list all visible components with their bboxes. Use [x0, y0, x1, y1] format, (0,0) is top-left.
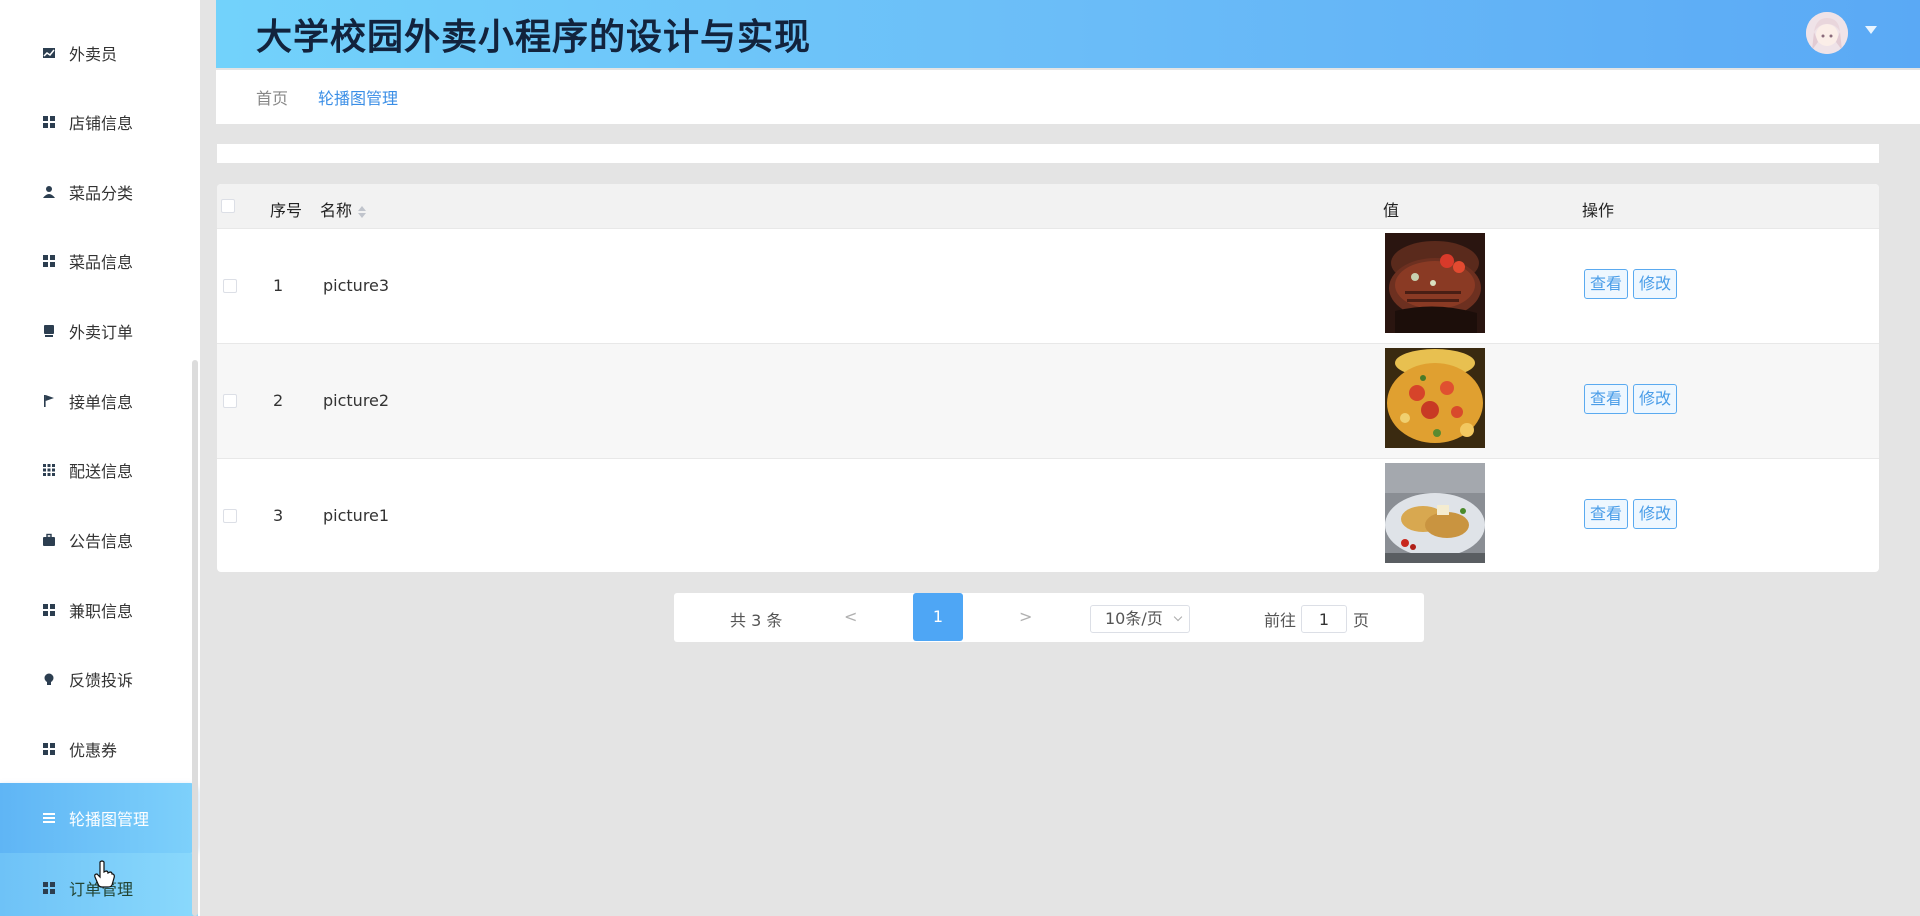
view-button[interactable]: 查看 [1584, 499, 1628, 529]
carousel-table: 序号 名称 值 操作 1 picture3 查看 修改 2 picture2 查… [217, 184, 1879, 572]
sidebar-item-dish-info[interactable]: 菜品信息 [0, 226, 198, 296]
search-bar [217, 144, 1879, 163]
breadcrumb-home[interactable]: 首页 [256, 85, 288, 109]
goto-label: 前往 [1264, 611, 1297, 630]
table-row: 1 picture3 查看 修改 [217, 228, 1879, 343]
page-size-value: 10条/页 [1105, 609, 1163, 628]
goto-suffix: 页 [1353, 611, 1370, 630]
sidebar-item-label: 轮播图管理 [69, 810, 150, 829]
sidebar-item-announcement[interactable]: 公告信息 [0, 505, 198, 575]
row-index: 3 [273, 506, 284, 525]
sidebar: 外卖员 店铺信息 菜品分类 菜品信息 外卖订单 接单信息 配送信息 公告信息 兼… [0, 0, 200, 916]
sidebar-item-shop-info[interactable]: 店铺信息 [0, 87, 198, 157]
goto-page-input[interactable] [1301, 605, 1347, 633]
table-row: 3 picture1 查看 修改 [217, 458, 1879, 572]
sidebar-item-label: 公告信息 [69, 532, 134, 551]
steak-image [1385, 233, 1485, 333]
app-title: 大学校园外卖小程序的设计与实现 [256, 17, 812, 58]
view-button[interactable]: 查看 [1584, 384, 1628, 414]
sidebar-item-label: 兼职信息 [69, 602, 134, 621]
row-name: picture1 [323, 506, 390, 525]
grid-icon [42, 254, 56, 268]
grid-icon [42, 742, 56, 756]
page-size-select[interactable]: 10条/页 [1090, 605, 1190, 633]
pagination-total: 共 3 条 [730, 611, 783, 630]
prev-page-button[interactable]: < [844, 607, 857, 626]
sidebar-item-parttime[interactable]: 兼职信息 [0, 575, 198, 645]
sidebar-item-label: 接单信息 [69, 393, 134, 412]
list-icon [42, 811, 56, 825]
grid-9-icon [42, 463, 56, 477]
sidebar-item-feedback[interactable]: 反馈投诉 [0, 644, 198, 714]
sidebar-item-dish-category[interactable]: 菜品分类 [0, 157, 198, 227]
pizza-image [1385, 348, 1485, 448]
grid-icon [42, 881, 56, 895]
sidebar-item-label: 菜品分类 [69, 184, 134, 203]
sidebar-item-accept-info[interactable]: 接单信息 [0, 366, 198, 436]
row-name: picture3 [323, 276, 390, 295]
row-name: picture2 [323, 391, 390, 410]
sidebar-item-label: 菜品信息 [69, 253, 134, 272]
page-1-button[interactable]: 1 [913, 593, 963, 641]
sidebar-item-label: 外卖员 [69, 45, 118, 64]
grid-icon [42, 603, 56, 617]
print-icon [42, 324, 56, 338]
select-all-checkbox[interactable] [221, 199, 235, 213]
bulb-icon [42, 672, 56, 686]
edit-button[interactable]: 修改 [1633, 499, 1677, 529]
view-button[interactable]: 查看 [1584, 269, 1628, 299]
column-header-actions: 操作 [1582, 201, 1615, 220]
row-index: 1 [273, 276, 284, 295]
edit-button[interactable]: 修改 [1633, 384, 1677, 414]
user-icon [42, 185, 56, 199]
briefcase-icon [42, 533, 56, 547]
sidebar-item-label: 外卖订单 [69, 323, 134, 342]
sidebar-item-label: 反馈投诉 [69, 671, 134, 690]
pagination: 共 3 条 < 1 > 10条/页 前往 页 [674, 593, 1424, 642]
sidebar-item-label: 优惠券 [69, 741, 118, 760]
dumplings-image [1385, 463, 1485, 563]
chevron-down-icon [1173, 612, 1183, 622]
sidebar-item-label: 店铺信息 [69, 114, 134, 133]
flag-icon [42, 394, 56, 408]
column-header-value: 值 [1383, 201, 1400, 220]
sidebar-item-label: 配送信息 [69, 462, 134, 481]
next-page-button[interactable]: > [1019, 607, 1032, 626]
row-checkbox[interactable] [223, 509, 237, 523]
sidebar-item-courier[interactable]: 外卖员 [0, 18, 198, 88]
avatar[interactable] [1806, 12, 1848, 54]
column-header-name-label: 名称 [320, 201, 353, 220]
top-header: 大学校园外卖小程序的设计与实现 [216, 0, 1920, 68]
hand-cursor-icon [94, 860, 115, 888]
breadcrumb-current: 轮播图管理 [318, 89, 399, 108]
grid-icon [42, 115, 56, 129]
breadcrumb: 首页 轮播图管理 [216, 70, 1920, 124]
edit-button[interactable]: 修改 [1633, 269, 1677, 299]
sidebar-item-coupon[interactable]: 优惠券 [0, 714, 198, 784]
sidebar-item-delivery-info[interactable]: 配送信息 [0, 435, 198, 505]
table-row: 2 picture2 查看 修改 [217, 343, 1879, 458]
sort-icon[interactable] [358, 205, 367, 218]
row-index: 2 [273, 391, 284, 410]
chart-icon [42, 46, 56, 60]
column-header-index: 序号 [270, 201, 303, 220]
row-checkbox[interactable] [223, 279, 237, 293]
table-header: 序号 名称 值 操作 [217, 184, 1879, 228]
sidebar-item-takeout-orders[interactable]: 外卖订单 [0, 296, 198, 366]
sidebar-scrollbar[interactable] [192, 360, 198, 916]
sidebar-item-carousel[interactable]: 轮播图管理 [0, 783, 198, 853]
column-header-name[interactable]: 名称 [320, 197, 367, 221]
chevron-down-icon[interactable] [1865, 26, 1877, 34]
row-checkbox[interactable] [223, 394, 237, 408]
